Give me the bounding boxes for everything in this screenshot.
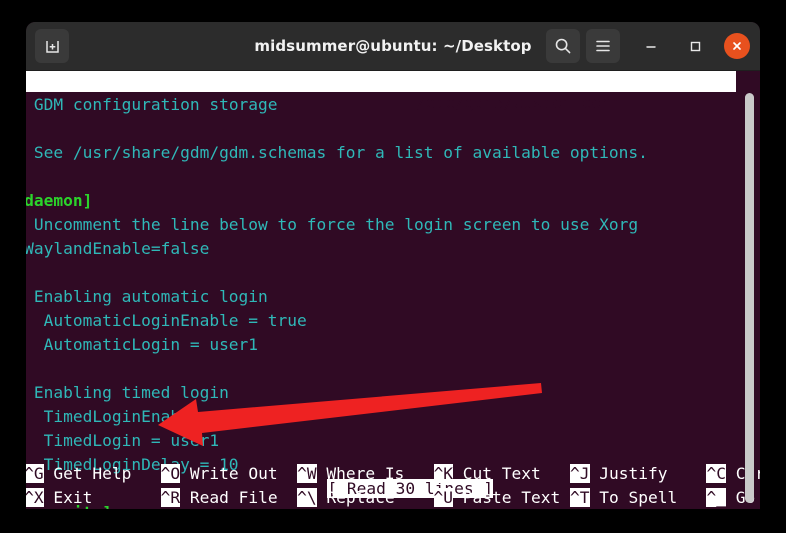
shortcut-key[interactable]: ^R <box>160 488 181 507</box>
hamburger-menu-icon <box>596 40 610 52</box>
shortcut-key[interactable]: ^U <box>433 488 454 507</box>
terminal-content[interactable]: GNU nano 4.8 /etc/gdm3/custom.conf # GDM… <box>26 71 760 509</box>
nano-line-text: # AutomaticLogin = user1 <box>26 335 259 354</box>
close-icon <box>733 42 741 50</box>
nano-line: # GDM configuration storage <box>26 93 736 117</box>
shortcut-label[interactable]: Paste Text <box>453 488 560 507</box>
nano-line-text: #WaylandEnable=false <box>26 239 210 258</box>
nano-line-text: # Enabling timed login <box>26 383 229 402</box>
shortcut-key[interactable]: ^_ <box>706 488 726 507</box>
shortcut-key[interactable]: ^T <box>570 488 590 507</box>
nano-line <box>26 261 736 285</box>
nano-line-text: # Uncomment the line below to force the … <box>26 215 639 234</box>
shortcut-spacer <box>668 464 707 483</box>
minimize-button[interactable] <box>636 31 666 61</box>
nano-shortcut-bar: ^G Get Help ^O Write Out ^W Where Is ^K … <box>26 462 760 509</box>
shortcut-row-primary: ^G Get Help ^O Write Out ^W Where Is ^K … <box>26 462 760 486</box>
shortcut-label[interactable]: Cut Text <box>453 464 541 483</box>
minimize-icon <box>646 46 656 48</box>
shortcut-key[interactable]: ^\ <box>297 488 317 507</box>
shortcut-label[interactable]: Replace <box>317 488 394 507</box>
nano-line: # AutomaticLoginEnable = true <box>26 309 736 333</box>
nano-line-text: GDM configuration storage <box>26 95 278 114</box>
shortcut-key[interactable]: ^G <box>26 464 44 483</box>
shortcut-spacer <box>560 488 570 507</box>
shortcut-spacer <box>278 488 298 507</box>
terminal-window: midsummer@ubuntu: ~/Desktop GNU nano 4.8… <box>26 22 760 509</box>
nano-line: # TimedLogin = user1 <box>26 429 736 453</box>
shortcut-spacer <box>395 488 434 507</box>
nano-line-text: # AutomaticLoginEnable = true <box>26 311 307 330</box>
menu-button[interactable] <box>586 29 620 63</box>
titlebar-right-controls <box>546 29 750 63</box>
shortcut-spacer <box>541 464 570 483</box>
shortcut-key[interactable]: ^O <box>160 464 181 483</box>
shortcut-label[interactable]: Where Is <box>317 464 404 483</box>
nano-line: # AutomaticLogin = user1 <box>26 333 736 357</box>
shortcut-spacer <box>677 488 706 507</box>
nano-line: # Enabling automatic login <box>26 285 736 309</box>
search-button[interactable] <box>546 29 580 63</box>
search-icon <box>555 38 571 54</box>
terminal-scrollbar[interactable] <box>745 93 754 503</box>
shortcut-row-secondary: ^X Exit ^R Read File ^\ Replace ^U Paste… <box>26 486 755 509</box>
shortcut-key[interactable]: ^X <box>26 488 44 507</box>
shortcut-spacer <box>404 464 433 483</box>
shortcut-label[interactable]: Exit <box>44 488 92 507</box>
shortcut-label[interactable]: Read File <box>180 488 278 507</box>
maximize-icon <box>690 41 701 52</box>
shortcut-label[interactable]: Write Out <box>180 464 278 483</box>
shortcut-spacer <box>131 464 160 483</box>
nano-line <box>26 165 736 189</box>
nano-line: #WaylandEnable=false <box>26 237 736 261</box>
shortcut-label[interactable]: Justify <box>590 464 667 483</box>
nano-line: # <box>26 117 736 141</box>
titlebar-left-controls <box>35 29 69 63</box>
nano-line-text: # See /usr/share/gdm/gdm.schemas for a l… <box>26 143 648 162</box>
shortcut-spacer <box>278 464 298 483</box>
nano-line-text: [daemon] <box>26 191 93 210</box>
nano-line: [daemon] <box>26 189 736 213</box>
nano-line-text: # TimedLogin = user1 <box>26 431 220 450</box>
nano-line: # TimedLoginEnable = true <box>26 405 736 429</box>
window-titlebar: midsummer@ubuntu: ~/Desktop <box>26 22 760 71</box>
new-tab-button[interactable] <box>35 29 69 63</box>
nano-line: # See /usr/share/gdm/gdm.schemas for a l… <box>26 141 736 165</box>
nano-line <box>26 357 736 381</box>
close-button[interactable] <box>724 33 750 59</box>
shortcut-label[interactable]: Cur Pos <box>726 464 760 483</box>
shortcut-key[interactable]: ^C <box>706 464 726 483</box>
nano-line: # Enabling timed login <box>26 381 736 405</box>
shortcut-key[interactable]: ^J <box>570 464 590 483</box>
nano-line-text: # TimedLoginEnable = true <box>26 407 268 426</box>
shortcut-key[interactable]: ^K <box>433 464 454 483</box>
shortcut-label[interactable]: To Spell <box>590 488 677 507</box>
nano-line-text: # Enabling automatic login <box>26 287 268 306</box>
nano-text-buffer[interactable]: # GDM configuration storage# # See /usr/s… <box>26 93 736 509</box>
maximize-button[interactable] <box>680 31 710 61</box>
nano-line: # Uncomment the line below to force the … <box>26 213 736 237</box>
nano-header-bar: GNU nano 4.8 /etc/gdm3/custom.conf <box>26 71 736 112</box>
shortcut-key[interactable]: ^W <box>297 464 317 483</box>
shortcut-label[interactable]: Get Help <box>44 464 131 483</box>
shortcut-label[interactable]: Go To Line <box>726 488 760 507</box>
shortcut-spacer <box>92 488 160 507</box>
